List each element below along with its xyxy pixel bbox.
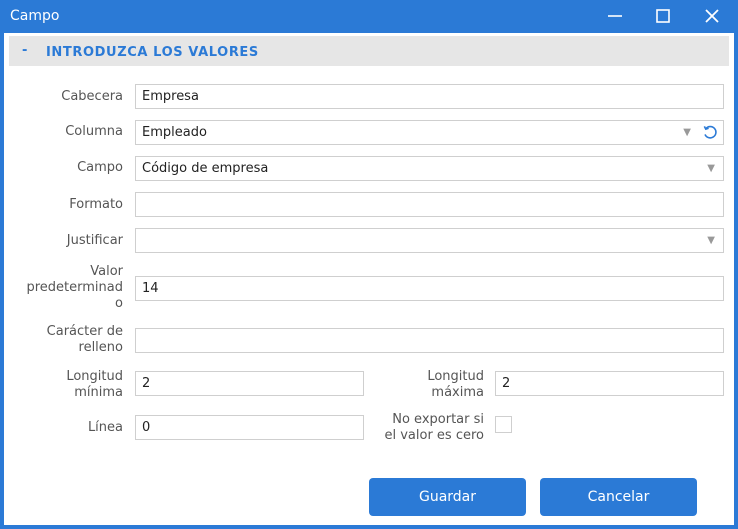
justificar-label: Justificar [66, 233, 123, 248]
columna-value: Empleado [142, 125, 207, 140]
chevron-down-icon: ▼ [683, 127, 691, 138]
cancel-button[interactable]: Cancelar [540, 478, 697, 516]
linea-input[interactable]: 0 [135, 415, 364, 440]
campo-label: Campo [77, 160, 123, 175]
maximize-button[interactable] [643, 0, 683, 33]
longitud-maxima-label: Longitud máxima [427, 369, 484, 400]
justificar-select[interactable]: ▼ [135, 228, 724, 253]
no-exportar-checkbox[interactable] [495, 416, 512, 433]
cabecera-input[interactable]: Empresa [135, 84, 724, 109]
linea-label: Línea [87, 420, 123, 435]
valor-predeterminado-input[interactable]: 14 [135, 276, 724, 301]
section-header[interactable]: - INTRODUZCA LOS VALORES [9, 36, 729, 66]
minimize-button[interactable] [595, 0, 635, 33]
valor-predeterminado-label: Valor predeterminad o [26, 264, 123, 311]
title-bar: Campo [0, 0, 738, 33]
collapse-toggle[interactable]: - [22, 43, 27, 58]
formato-label: Formato [69, 197, 123, 212]
window-title: Campo [10, 8, 60, 24]
longitud-minima-label: Longitud mínima [66, 369, 123, 400]
columna-label: Columna [65, 124, 123, 139]
maximize-icon [656, 9, 670, 23]
save-button[interactable]: Guardar [369, 478, 526, 516]
cabecera-label: Cabecera [61, 89, 123, 104]
minimize-icon [608, 15, 622, 17]
chevron-down-icon: ▼ [707, 163, 715, 174]
chevron-down-icon: ▼ [707, 235, 715, 246]
formato-input[interactable] [135, 192, 724, 217]
columna-select[interactable]: Empleado ▼ [135, 120, 724, 145]
campo-select[interactable]: Código de empresa ▼ [135, 156, 724, 181]
caracter-relleno-label: Carácter de relleno [46, 324, 123, 355]
dialog-window: Campo - INTRODUZCA LOS VALORES Cabecera … [0, 0, 738, 529]
section-title: INTRODUZCA LOS VALORES [46, 45, 259, 60]
close-icon [705, 9, 719, 23]
longitud-minima-input[interactable]: 2 [135, 371, 364, 396]
longitud-maxima-input[interactable]: 2 [495, 371, 724, 396]
close-button[interactable] [692, 0, 732, 33]
caracter-relleno-input[interactable] [135, 328, 724, 353]
campo-value: Código de empresa [142, 161, 269, 176]
no-exportar-label: No exportar si el valor es cero [384, 412, 484, 443]
refresh-icon[interactable] [702, 124, 719, 141]
